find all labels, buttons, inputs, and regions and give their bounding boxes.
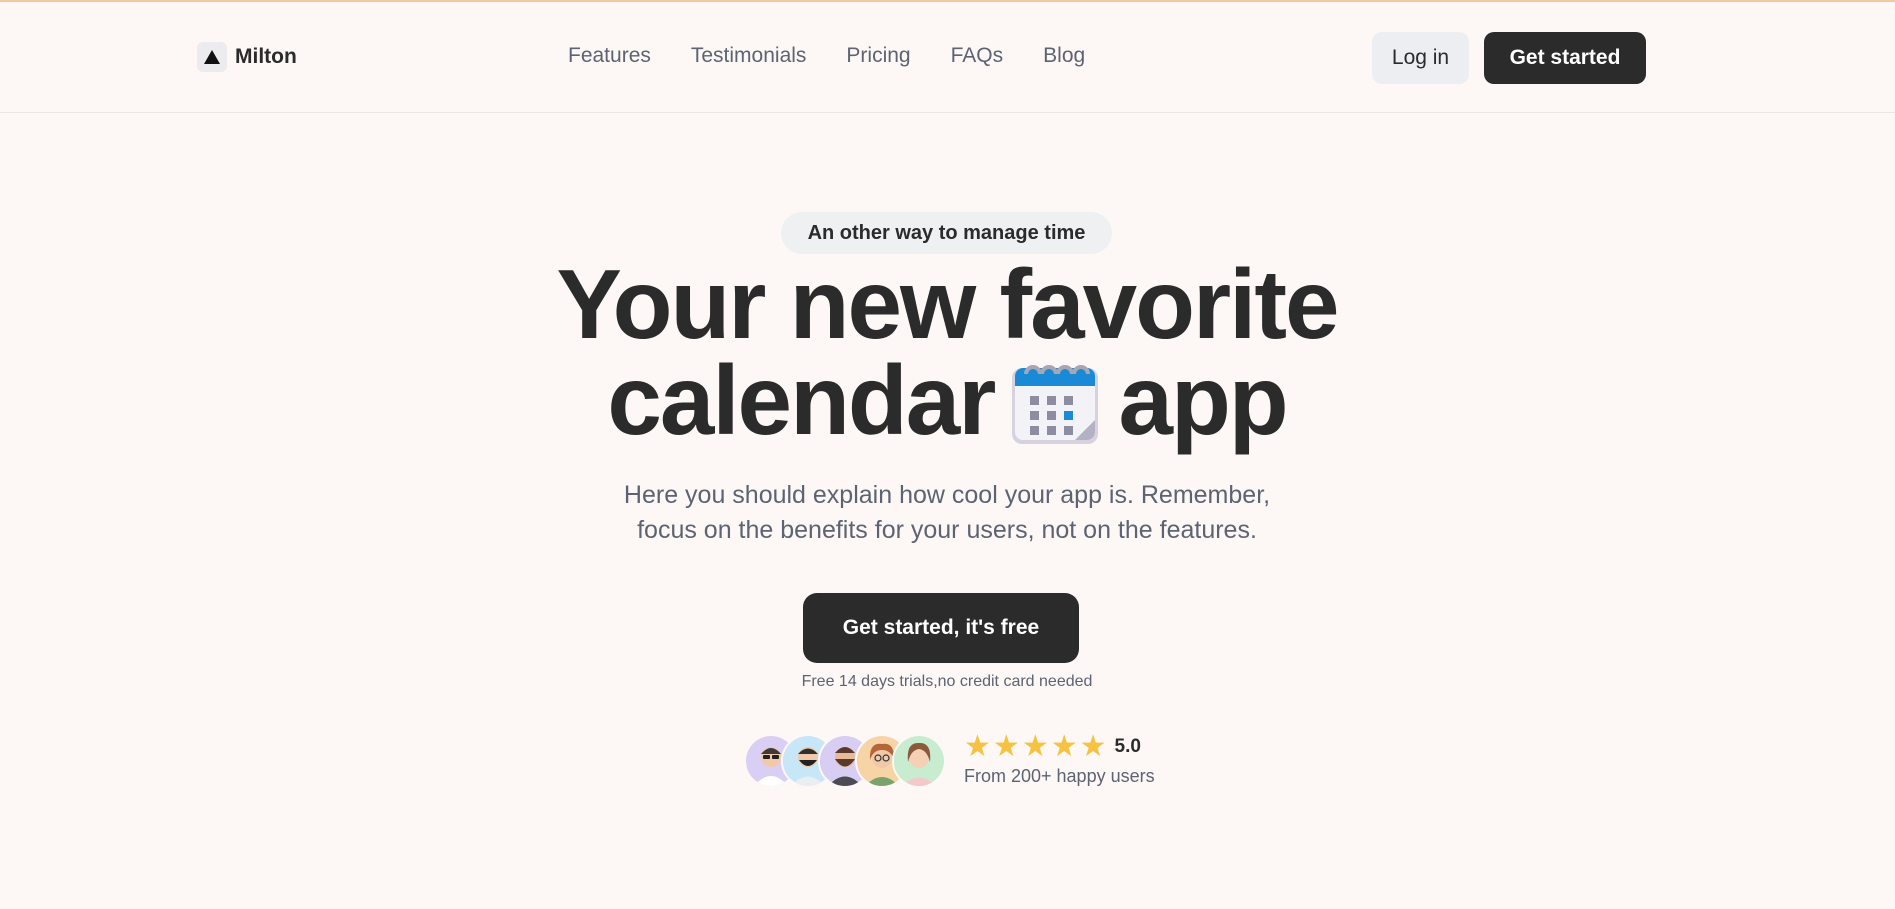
nav-blog[interactable]: Blog [1043,44,1085,68]
cta-get-started-free-button[interactable]: Get started, it's free [803,593,1079,663]
triangle-logo-icon [197,42,227,72]
main-nav: Features Testimonials Pricing FAQs Blog [568,44,1085,68]
get-started-button[interactable]: Get started [1484,32,1646,84]
star-icon: ★ [964,730,991,763]
nav-faqs[interactable]: FAQs [951,44,1004,68]
star-icon: ★ [1050,730,1078,763]
happy-users-text: From 200+ happy users [964,766,1155,786]
calendar-emoji-icon [1010,358,1102,462]
hero-subtitle: Here you should explain how cool your ap… [547,478,1347,548]
subtitle-line-2: focus on the benefits for your users, no… [637,516,1257,544]
nav-testimonials[interactable]: Testimonials [691,44,807,68]
eyebrow-badge: An other way to manage time [781,212,1112,254]
subtitle-line-1: Here you should explain how cool your ap… [623,481,1271,509]
hero-headline: Your new favorite calendar app [447,249,1447,462]
star-icon: ★ [992,730,1020,763]
nav-features[interactable]: Features [568,44,651,68]
avatar-icon [892,734,946,788]
avatar-group [744,734,946,788]
headline-line-1: Your new favorite [556,249,1339,359]
brand-name: Milton [235,45,297,68]
headline-line-2: calendar app [447,351,1447,462]
headline-word-app: app [1118,345,1288,455]
brand[interactable]: Milton [197,42,297,72]
star-icon: ★ [1079,730,1107,763]
trial-note: Free 14 days trials,no credit card neede… [801,673,1093,690]
login-button[interactable]: Log in [1372,32,1469,84]
headline-word-calendar: calendar [607,345,996,455]
nav-pricing[interactable]: Pricing [846,44,910,68]
rating-value: 5.0 [1114,736,1141,757]
site-header: Milton Features Testimonials Pricing FAQ… [0,2,1895,113]
star-icon: ★ [1021,730,1049,763]
star-rating: ★ ★ ★ ★ ★ 5.0 [964,732,1141,762]
